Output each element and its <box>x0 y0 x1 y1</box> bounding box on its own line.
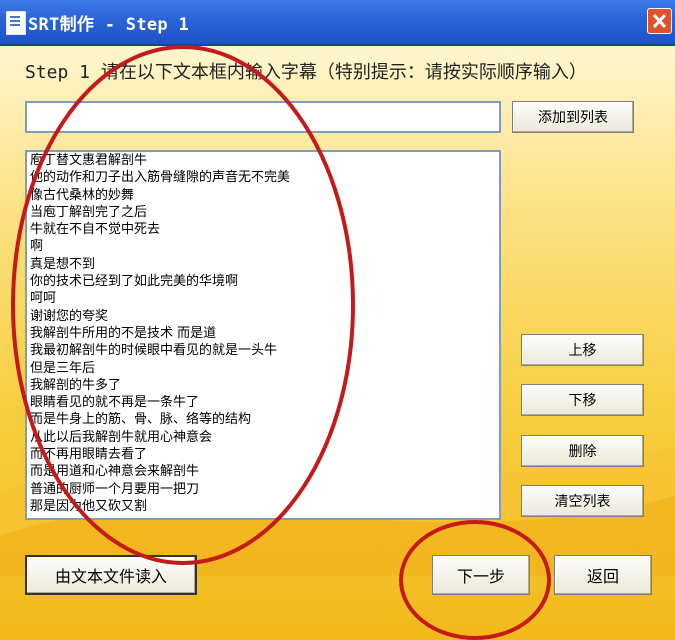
list-item[interactable]: 牛就在不自不觉中死去 <box>27 221 499 238</box>
list-item[interactable]: 那是因为他又砍又割 <box>27 498 499 515</box>
list-item[interactable]: 从此以后我解剖牛就用心神意会 <box>27 429 499 446</box>
close-icon <box>652 13 667 29</box>
subtitle-list[interactable]: 庖丁替文惠君解剖牛 他的动作和刀子出入筋骨缝隙的声音无不完美 像古代桑林的妙舞 当庖丁… <box>25 150 501 520</box>
list-item[interactable]: 而是用道和心神意会来解剖牛 <box>27 463 499 480</box>
list-item[interactable]: 我解剖牛所用的不是技术 而是道 <box>27 325 499 342</box>
list-item[interactable]: 当庖丁解剖完了之后 <box>27 204 499 221</box>
list-item[interactable]: 我解剖的牛多了 <box>27 377 499 394</box>
list-item[interactable]: 啊 <box>27 238 499 255</box>
list-item[interactable]: 但是三年后 <box>27 360 499 377</box>
add-to-list-button[interactable]: 添加到列表 <box>512 101 634 133</box>
list-item[interactable]: 普通的厨师一个月要用一把刀 <box>27 481 499 498</box>
list-item[interactable]: 像古代桑林的妙舞 <box>27 187 499 204</box>
load-from-text-file-button[interactable]: 由文本文件读入 <box>25 555 197 595</box>
list-item[interactable]: 他的动作和刀子出入筋骨缝隙的声音无不完美 <box>27 169 499 186</box>
title-bar: SRT制作 - Step 1 <box>0 0 675 46</box>
list-item[interactable]: 而是牛身上的筋、骨、脉、络等的结构 <box>27 411 499 428</box>
subtitle-input[interactable] <box>25 101 501 133</box>
window-title: SRT制作 - Step 1 <box>28 15 190 35</box>
list-item[interactable]: 真是想不到 <box>27 256 499 273</box>
list-item[interactable]: 庖丁替文惠君解剖牛 <box>27 152 499 169</box>
list-item[interactable]: 我最初解剖牛的时候眼中看见的就是一头牛 <box>27 342 499 359</box>
close-button[interactable] <box>647 8 672 34</box>
move-up-button[interactable]: 上移 <box>521 334 644 366</box>
app-document-icon <box>6 11 26 35</box>
list-item[interactable]: 眼睛看见的就不再是一条牛了 <box>27 394 499 411</box>
move-down-button[interactable]: 下移 <box>521 384 644 416</box>
list-item[interactable]: 呵呵 <box>27 290 499 307</box>
clear-list-button[interactable]: 清空列表 <box>521 485 644 517</box>
list-item[interactable]: 而不再用眼睛去看了 <box>27 446 499 463</box>
dialog-body: Step 1 请在以下文本框内输入字幕（特别提示：请按实际顺序输入） 添加到列表… <box>0 46 675 640</box>
instruction-label: Step 1 请在以下文本框内输入字幕（特别提示：请按实际顺序输入） <box>25 62 587 83</box>
delete-button[interactable]: 删除 <box>521 435 644 467</box>
back-button[interactable]: 返回 <box>554 555 652 595</box>
list-item[interactable]: 谢谢您的夸奖 <box>27 308 499 325</box>
next-step-button[interactable]: 下一步 <box>432 555 530 595</box>
list-item[interactable]: 你的技术已经到了如此完美的华境啊 <box>27 273 499 290</box>
